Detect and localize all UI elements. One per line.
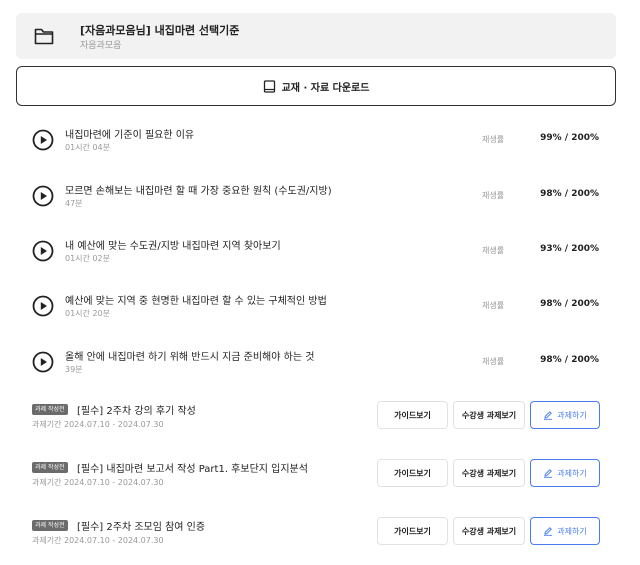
pencil-icon (544, 469, 553, 478)
do-assignment-button[interactable]: 과제하기 (530, 459, 600, 487)
book-icon (263, 79, 275, 93)
lesson-title: 예산에 맞는 지역 중 현명한 내집마련 할 수 있는 구체적인 방법 (65, 296, 327, 307)
do-assignment-label: 과제하기 (557, 468, 587, 478)
playback-rate-label: 재생률 (482, 135, 505, 144)
lesson-item: 내집마련에 기준이 필요한 이유 01시간 04분 재생률 99% / 200% (16, 122, 616, 162)
playback-rate-label: 재생률 (482, 301, 505, 310)
download-label: 교재 · 자료 다운로드 (281, 82, 370, 94)
assignment-status-badge: 과제 작성전 (32, 520, 68, 531)
lesson-duration: 47분 (65, 199, 83, 208)
peer-assignments-button[interactable]: 수강생 과제보기 (453, 459, 525, 487)
lesson-item: 모르면 손해보는 내집마련 할 때 가장 중요한 원칙 (수도권/지방) 47분… (16, 178, 616, 218)
assignment-title: [필수] 2주차 강의 후기 작성 (77, 406, 196, 417)
assignment-item: 과제 작성전 [필수] 2주차 강의 후기 작성 과제기간 2024.07.10… (16, 401, 616, 433)
download-materials-button[interactable]: 교재 · 자료 다운로드 (16, 66, 616, 106)
playback-rate-label: 재생률 (482, 246, 505, 255)
guide-button[interactable]: 가이드보기 (377, 401, 448, 429)
course-header: [자음과모음님] 내집마련 선택기준 자음과모음 (16, 13, 616, 59)
playback-rate-label: 재생률 (482, 191, 505, 200)
playback-rate-value: 93% / 200% (540, 244, 599, 254)
lesson-duration: 01시간 20분 (65, 309, 110, 318)
assignment-title: [필수] 2주차 조모임 참여 인증 (77, 522, 206, 533)
lesson-title: 내집마련에 기준이 필요한 이유 (65, 130, 195, 141)
assignment-period: 과제기간 2024.07.10 - 2024.07.30 (32, 478, 164, 487)
play-icon[interactable] (32, 351, 54, 373)
do-assignment-button[interactable]: 과제하기 (530, 517, 600, 545)
guide-button[interactable]: 가이드보기 (377, 517, 448, 545)
playback-rate-value: 98% / 200% (540, 355, 599, 365)
assignment-period: 과제기간 2024.07.10 - 2024.07.30 (32, 536, 164, 545)
lesson-title: 내 예산에 맞는 수도권/지방 내집마련 지역 찾아보기 (65, 241, 281, 252)
playback-rate-value: 99% / 200% (540, 133, 599, 143)
playback-rate-value: 98% / 200% (540, 189, 599, 199)
folder-icon (34, 28, 54, 45)
play-icon[interactable] (32, 185, 54, 207)
do-assignment-button[interactable]: 과제하기 (530, 401, 600, 429)
playback-rate-label: 재생률 (482, 357, 505, 366)
lesson-item: 올해 안에 내집마련 하기 위해 반드시 지금 준비해야 하는 것 39분 재생… (16, 344, 616, 384)
pencil-icon (544, 527, 553, 536)
lesson-item: 예산에 맞는 지역 중 현명한 내집마련 할 수 있는 구체적인 방법 01시간… (16, 288, 616, 328)
assignment-item: 과제 작성전 [필수] 내집마련 보고서 작성 Part1. 후보단지 입지분석… (16, 459, 616, 491)
play-icon[interactable] (32, 129, 54, 151)
play-icon[interactable] (32, 295, 54, 317)
lesson-duration: 01시간 02분 (65, 254, 110, 263)
playback-rate-value: 98% / 200% (540, 299, 599, 309)
assignment-title: [필수] 내집마련 보고서 작성 Part1. 후보단지 입지분석 (77, 464, 308, 475)
assignment-status-badge: 과제 작성전 (32, 462, 68, 473)
lesson-duration: 39분 (65, 365, 83, 374)
peer-assignments-button[interactable]: 수강생 과제보기 (453, 517, 525, 545)
pencil-icon (544, 411, 553, 420)
lesson-title: 올해 안에 내집마련 하기 위해 반드시 지금 준비해야 하는 것 (65, 352, 315, 363)
do-assignment-label: 과제하기 (557, 526, 587, 536)
lesson-duration: 01시간 04분 (65, 143, 110, 152)
play-icon[interactable] (32, 240, 54, 262)
assignment-item: 과제 작성전 [필수] 2주차 조모임 참여 인증 과제기간 2024.07.1… (16, 517, 616, 549)
lesson-item: 내 예산에 맞는 수도권/지방 내집마련 지역 찾아보기 01시간 02분 재생… (16, 233, 616, 273)
do-assignment-label: 과제하기 (557, 410, 587, 420)
assignment-period: 과제기간 2024.07.10 - 2024.07.30 (32, 420, 164, 429)
guide-button[interactable]: 가이드보기 (377, 459, 448, 487)
course-subtitle: 자음과모음 (80, 41, 122, 51)
assignment-status-badge: 과제 작성전 (32, 404, 68, 415)
course-title: [자음과모음님] 내집마련 선택기준 (80, 24, 240, 37)
peer-assignments-button[interactable]: 수강생 과제보기 (453, 401, 525, 429)
lesson-title: 모르면 손해보는 내집마련 할 때 가장 중요한 원칙 (수도권/지방) (65, 186, 332, 197)
